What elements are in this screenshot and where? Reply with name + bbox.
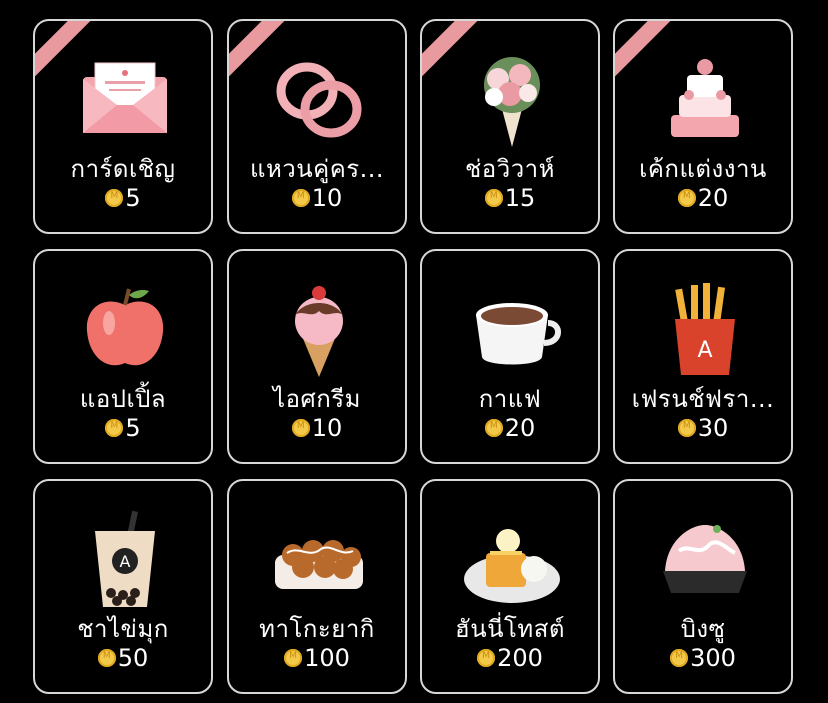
coin-icon: [97, 649, 116, 667]
price-value: 15: [504, 184, 536, 212]
bubble-tea-icon: A: [95, 510, 155, 607]
coin-icon: [105, 419, 124, 437]
couple-rings-icon: [276, 62, 362, 138]
wedding-bouquet-icon: [484, 57, 540, 147]
bingsu-icon: [663, 525, 747, 593]
gift-name: ทาโกะยากิ: [259, 615, 375, 643]
gift-name: ฮันนี่โทสต์: [455, 615, 565, 643]
price-value: 10: [311, 414, 343, 442]
gift-name: เค้กแต่งงาน: [639, 155, 767, 183]
wedding-cake-icon: [671, 59, 739, 137]
coin-icon: [477, 649, 496, 667]
coin-icon: [670, 649, 689, 667]
gift-price: 200: [422, 644, 598, 672]
gift-price: 30: [615, 414, 791, 442]
svg-text:A: A: [120, 552, 131, 571]
coin-icon: [105, 189, 124, 207]
coin-icon: [484, 189, 503, 207]
price-value: 10: [311, 184, 343, 212]
gift-card-rings[interactable]: แหวนคู่คร... 10: [227, 19, 407, 234]
gift-card-coffee[interactable]: กาแฟ 20: [420, 249, 600, 464]
gift-card-takoyaki[interactable]: ทาโกะยากิ 100: [227, 479, 407, 694]
coin-icon: [284, 649, 303, 667]
french-fries-icon: A: [675, 283, 735, 375]
gift-price: 50: [35, 644, 211, 672]
gift-card-invitation[interactable]: การ์ดเชิญ 5: [33, 19, 213, 234]
price-value: 20: [504, 414, 536, 442]
gift-name: เฟรนช์ฟรา...: [631, 385, 775, 413]
gift-card-ice-cream[interactable]: ไอศกรีม 10: [227, 249, 407, 464]
gift-price: 5: [35, 414, 211, 442]
ice-cream-icon: [295, 286, 343, 377]
gift-card-bouquet[interactable]: ช่อวิวาห์ 15: [420, 19, 600, 234]
coin-icon: [484, 419, 503, 437]
coin-icon: [291, 189, 310, 207]
price-value: 30: [697, 414, 729, 442]
gift-price: 10: [229, 184, 405, 212]
gift-price: 10: [229, 414, 405, 442]
takoyaki-icon: [275, 540, 363, 589]
price-value: 100: [304, 644, 350, 672]
gift-name: แอปเปิ้ล: [79, 385, 167, 413]
gift-name: แหวนคู่คร...: [249, 155, 385, 183]
gift-card-wedding-cake[interactable]: เค้กแต่งงาน 20: [613, 19, 793, 234]
gift-card-french-fries[interactable]: A เฟรนช์ฟรา... 30: [613, 249, 793, 464]
gift-name: ชาไข่มุก: [77, 615, 169, 643]
apple-icon: [86, 288, 164, 366]
gift-price: 100: [229, 644, 405, 672]
svg-text:A: A: [697, 338, 712, 363]
gift-price: 20: [615, 184, 791, 212]
gift-name: การ์ดเชิญ: [70, 155, 176, 183]
gift-name: ช่อวิวาห์: [465, 155, 555, 183]
honey-toast-icon: [464, 529, 560, 603]
price-value: 5: [125, 414, 141, 442]
gift-card-bingsu[interactable]: บิงซู 300: [613, 479, 793, 694]
gift-price: 20: [422, 414, 598, 442]
coin-icon: [677, 419, 696, 437]
coin-icon: [291, 419, 310, 437]
gift-price: 300: [615, 644, 791, 672]
gift-card-bubble-tea[interactable]: A ชาไข่มุก 50: [33, 479, 213, 694]
gift-name: กาแฟ: [478, 385, 542, 413]
gift-price: 15: [422, 184, 598, 212]
gift-name: ไอศกรีม: [273, 385, 361, 413]
price-value: 50: [117, 644, 149, 672]
gift-name: บิงซู: [680, 615, 726, 643]
price-value: 300: [690, 644, 736, 672]
coffee-icon: [476, 303, 561, 365]
price-value: 200: [497, 644, 543, 672]
gift-card-apple[interactable]: แอปเปิ้ล 5: [33, 249, 213, 464]
gift-price: 5: [35, 184, 211, 212]
coin-icon: [677, 189, 696, 207]
price-value: 20: [697, 184, 729, 212]
price-value: 5: [125, 184, 141, 212]
invitation-card-icon: [83, 62, 167, 133]
gift-card-honey-toast[interactable]: ฮันนี่โทสต์ 200: [420, 479, 600, 694]
